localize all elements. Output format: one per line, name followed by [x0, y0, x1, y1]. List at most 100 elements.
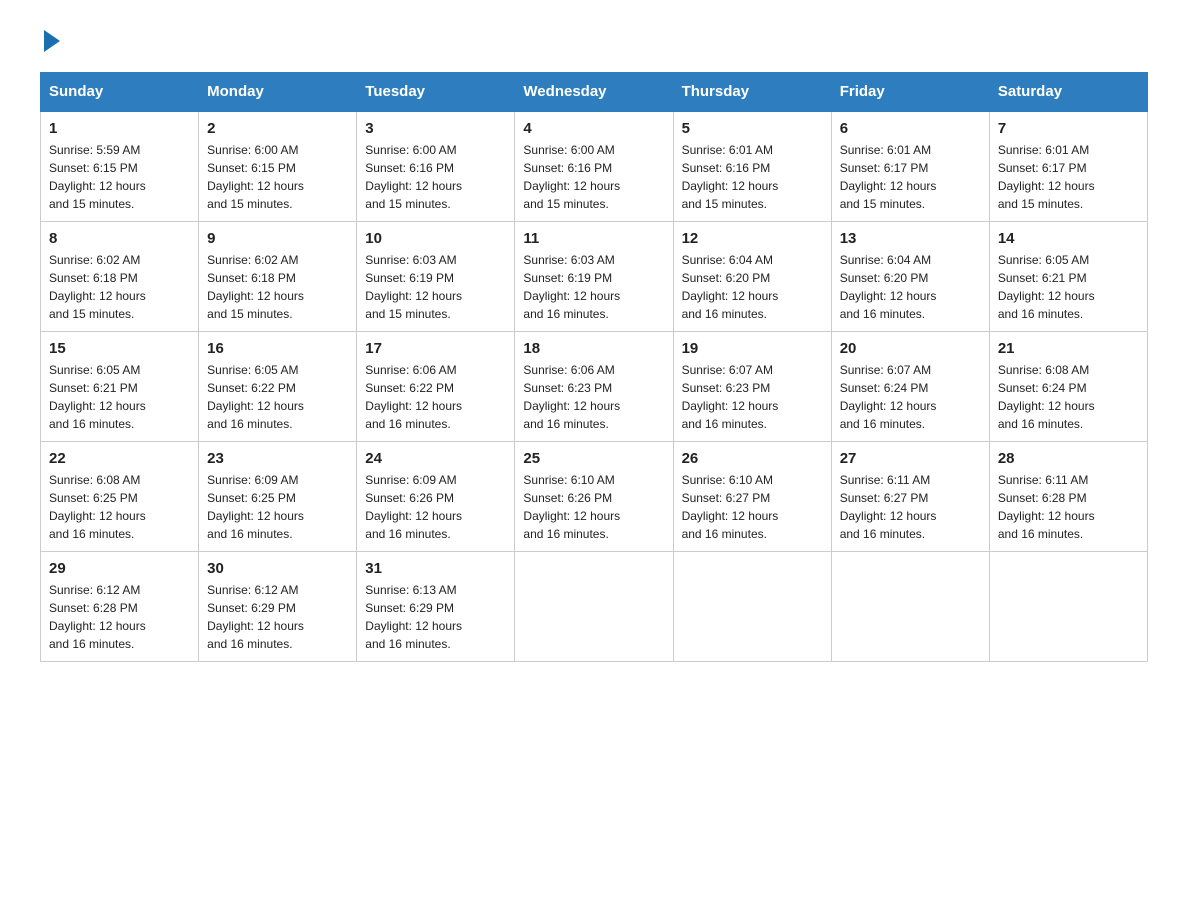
week-row-5: 29 Sunrise: 6:12 AMSunset: 6:28 PMDaylig…	[41, 552, 1148, 662]
day-number: 28	[998, 450, 1139, 467]
day-number: 3	[365, 120, 506, 137]
day-info: Sunrise: 6:06 AMSunset: 6:23 PMDaylight:…	[523, 363, 620, 431]
page-header	[40, 30, 1148, 52]
header-cell-sunday: Sunday	[41, 73, 199, 112]
header-cell-friday: Friday	[831, 73, 989, 112]
calendar-cell	[989, 552, 1147, 662]
day-number: 23	[207, 450, 348, 467]
day-number: 20	[840, 340, 981, 357]
calendar-cell: 5 Sunrise: 6:01 AMSunset: 6:16 PMDayligh…	[673, 111, 831, 222]
day-info: Sunrise: 6:07 AMSunset: 6:23 PMDaylight:…	[682, 363, 779, 431]
day-number: 25	[523, 450, 664, 467]
calendar-cell: 21 Sunrise: 6:08 AMSunset: 6:24 PMDaylig…	[989, 332, 1147, 442]
week-row-4: 22 Sunrise: 6:08 AMSunset: 6:25 PMDaylig…	[41, 442, 1148, 552]
day-info: Sunrise: 6:01 AMSunset: 6:17 PMDaylight:…	[998, 143, 1095, 211]
day-number: 30	[207, 560, 348, 577]
day-number: 9	[207, 230, 348, 247]
day-number: 21	[998, 340, 1139, 357]
day-info: Sunrise: 6:11 AMSunset: 6:28 PMDaylight:…	[998, 473, 1095, 541]
day-number: 10	[365, 230, 506, 247]
calendar-cell: 22 Sunrise: 6:08 AMSunset: 6:25 PMDaylig…	[41, 442, 199, 552]
calendar-cell: 28 Sunrise: 6:11 AMSunset: 6:28 PMDaylig…	[989, 442, 1147, 552]
calendar-cell	[515, 552, 673, 662]
header-cell-tuesday: Tuesday	[357, 73, 515, 112]
header-cell-monday: Monday	[199, 73, 357, 112]
calendar-cell: 19 Sunrise: 6:07 AMSunset: 6:23 PMDaylig…	[673, 332, 831, 442]
week-row-1: 1 Sunrise: 5:59 AMSunset: 6:15 PMDayligh…	[41, 111, 1148, 222]
calendar-cell	[831, 552, 989, 662]
calendar-cell: 2 Sunrise: 6:00 AMSunset: 6:15 PMDayligh…	[199, 111, 357, 222]
day-info: Sunrise: 6:10 AMSunset: 6:27 PMDaylight:…	[682, 473, 779, 541]
day-number: 5	[682, 120, 823, 137]
day-info: Sunrise: 6:02 AMSunset: 6:18 PMDaylight:…	[49, 253, 146, 321]
day-info: Sunrise: 6:04 AMSunset: 6:20 PMDaylight:…	[682, 253, 779, 321]
calendar-cell: 26 Sunrise: 6:10 AMSunset: 6:27 PMDaylig…	[673, 442, 831, 552]
week-row-2: 8 Sunrise: 6:02 AMSunset: 6:18 PMDayligh…	[41, 222, 1148, 332]
calendar-cell: 17 Sunrise: 6:06 AMSunset: 6:22 PMDaylig…	[357, 332, 515, 442]
calendar-cell: 30 Sunrise: 6:12 AMSunset: 6:29 PMDaylig…	[199, 552, 357, 662]
day-number: 1	[49, 120, 190, 137]
day-info: Sunrise: 6:09 AMSunset: 6:25 PMDaylight:…	[207, 473, 304, 541]
day-info: Sunrise: 6:03 AMSunset: 6:19 PMDaylight:…	[523, 253, 620, 321]
day-info: Sunrise: 6:12 AMSunset: 6:29 PMDaylight:…	[207, 583, 304, 651]
calendar-cell: 10 Sunrise: 6:03 AMSunset: 6:19 PMDaylig…	[357, 222, 515, 332]
day-info: Sunrise: 6:01 AMSunset: 6:16 PMDaylight:…	[682, 143, 779, 211]
day-number: 11	[523, 230, 664, 247]
calendar-cell: 20 Sunrise: 6:07 AMSunset: 6:24 PMDaylig…	[831, 332, 989, 442]
day-info: Sunrise: 6:00 AMSunset: 6:15 PMDaylight:…	[207, 143, 304, 211]
calendar-cell	[673, 552, 831, 662]
calendar-cell: 6 Sunrise: 6:01 AMSunset: 6:17 PMDayligh…	[831, 111, 989, 222]
day-info: Sunrise: 6:00 AMSunset: 6:16 PMDaylight:…	[365, 143, 462, 211]
day-number: 19	[682, 340, 823, 357]
calendar-cell: 12 Sunrise: 6:04 AMSunset: 6:20 PMDaylig…	[673, 222, 831, 332]
day-number: 18	[523, 340, 664, 357]
day-info: Sunrise: 5:59 AMSunset: 6:15 PMDaylight:…	[49, 143, 146, 211]
calendar-cell: 15 Sunrise: 6:05 AMSunset: 6:21 PMDaylig…	[41, 332, 199, 442]
day-number: 4	[523, 120, 664, 137]
day-info: Sunrise: 6:09 AMSunset: 6:26 PMDaylight:…	[365, 473, 462, 541]
day-info: Sunrise: 6:12 AMSunset: 6:28 PMDaylight:…	[49, 583, 146, 651]
calendar-cell: 13 Sunrise: 6:04 AMSunset: 6:20 PMDaylig…	[831, 222, 989, 332]
week-row-3: 15 Sunrise: 6:05 AMSunset: 6:21 PMDaylig…	[41, 332, 1148, 442]
day-number: 14	[998, 230, 1139, 247]
header-cell-saturday: Saturday	[989, 73, 1147, 112]
day-info: Sunrise: 6:04 AMSunset: 6:20 PMDaylight:…	[840, 253, 937, 321]
calendar-cell: 7 Sunrise: 6:01 AMSunset: 6:17 PMDayligh…	[989, 111, 1147, 222]
day-info: Sunrise: 6:06 AMSunset: 6:22 PMDaylight:…	[365, 363, 462, 431]
day-number: 27	[840, 450, 981, 467]
calendar-cell: 9 Sunrise: 6:02 AMSunset: 6:18 PMDayligh…	[199, 222, 357, 332]
header-row: SundayMondayTuesdayWednesdayThursdayFrid…	[41, 73, 1148, 112]
calendar-cell: 11 Sunrise: 6:03 AMSunset: 6:19 PMDaylig…	[515, 222, 673, 332]
calendar-table: SundayMondayTuesdayWednesdayThursdayFrid…	[40, 72, 1148, 662]
day-info: Sunrise: 6:05 AMSunset: 6:22 PMDaylight:…	[207, 363, 304, 431]
header-cell-thursday: Thursday	[673, 73, 831, 112]
day-info: Sunrise: 6:03 AMSunset: 6:19 PMDaylight:…	[365, 253, 462, 321]
calendar-cell: 25 Sunrise: 6:10 AMSunset: 6:26 PMDaylig…	[515, 442, 673, 552]
calendar-cell: 14 Sunrise: 6:05 AMSunset: 6:21 PMDaylig…	[989, 222, 1147, 332]
calendar-body: 1 Sunrise: 5:59 AMSunset: 6:15 PMDayligh…	[41, 111, 1148, 662]
day-number: 24	[365, 450, 506, 467]
day-info: Sunrise: 6:10 AMSunset: 6:26 PMDaylight:…	[523, 473, 620, 541]
day-info: Sunrise: 6:02 AMSunset: 6:18 PMDaylight:…	[207, 253, 304, 321]
calendar-cell: 8 Sunrise: 6:02 AMSunset: 6:18 PMDayligh…	[41, 222, 199, 332]
day-info: Sunrise: 6:00 AMSunset: 6:16 PMDaylight:…	[523, 143, 620, 211]
day-info: Sunrise: 6:05 AMSunset: 6:21 PMDaylight:…	[998, 253, 1095, 321]
day-info: Sunrise: 6:05 AMSunset: 6:21 PMDaylight:…	[49, 363, 146, 431]
calendar-cell: 27 Sunrise: 6:11 AMSunset: 6:27 PMDaylig…	[831, 442, 989, 552]
calendar-cell: 29 Sunrise: 6:12 AMSunset: 6:28 PMDaylig…	[41, 552, 199, 662]
calendar-cell: 3 Sunrise: 6:00 AMSunset: 6:16 PMDayligh…	[357, 111, 515, 222]
day-info: Sunrise: 6:08 AMSunset: 6:25 PMDaylight:…	[49, 473, 146, 541]
day-info: Sunrise: 6:01 AMSunset: 6:17 PMDaylight:…	[840, 143, 937, 211]
day-number: 8	[49, 230, 190, 247]
day-number: 2	[207, 120, 348, 137]
day-number: 7	[998, 120, 1139, 137]
day-number: 29	[49, 560, 190, 577]
calendar-cell: 31 Sunrise: 6:13 AMSunset: 6:29 PMDaylig…	[357, 552, 515, 662]
day-number: 13	[840, 230, 981, 247]
day-number: 17	[365, 340, 506, 357]
day-number: 22	[49, 450, 190, 467]
calendar-cell: 18 Sunrise: 6:06 AMSunset: 6:23 PMDaylig…	[515, 332, 673, 442]
logo	[40, 30, 60, 52]
day-number: 26	[682, 450, 823, 467]
day-info: Sunrise: 6:07 AMSunset: 6:24 PMDaylight:…	[840, 363, 937, 431]
